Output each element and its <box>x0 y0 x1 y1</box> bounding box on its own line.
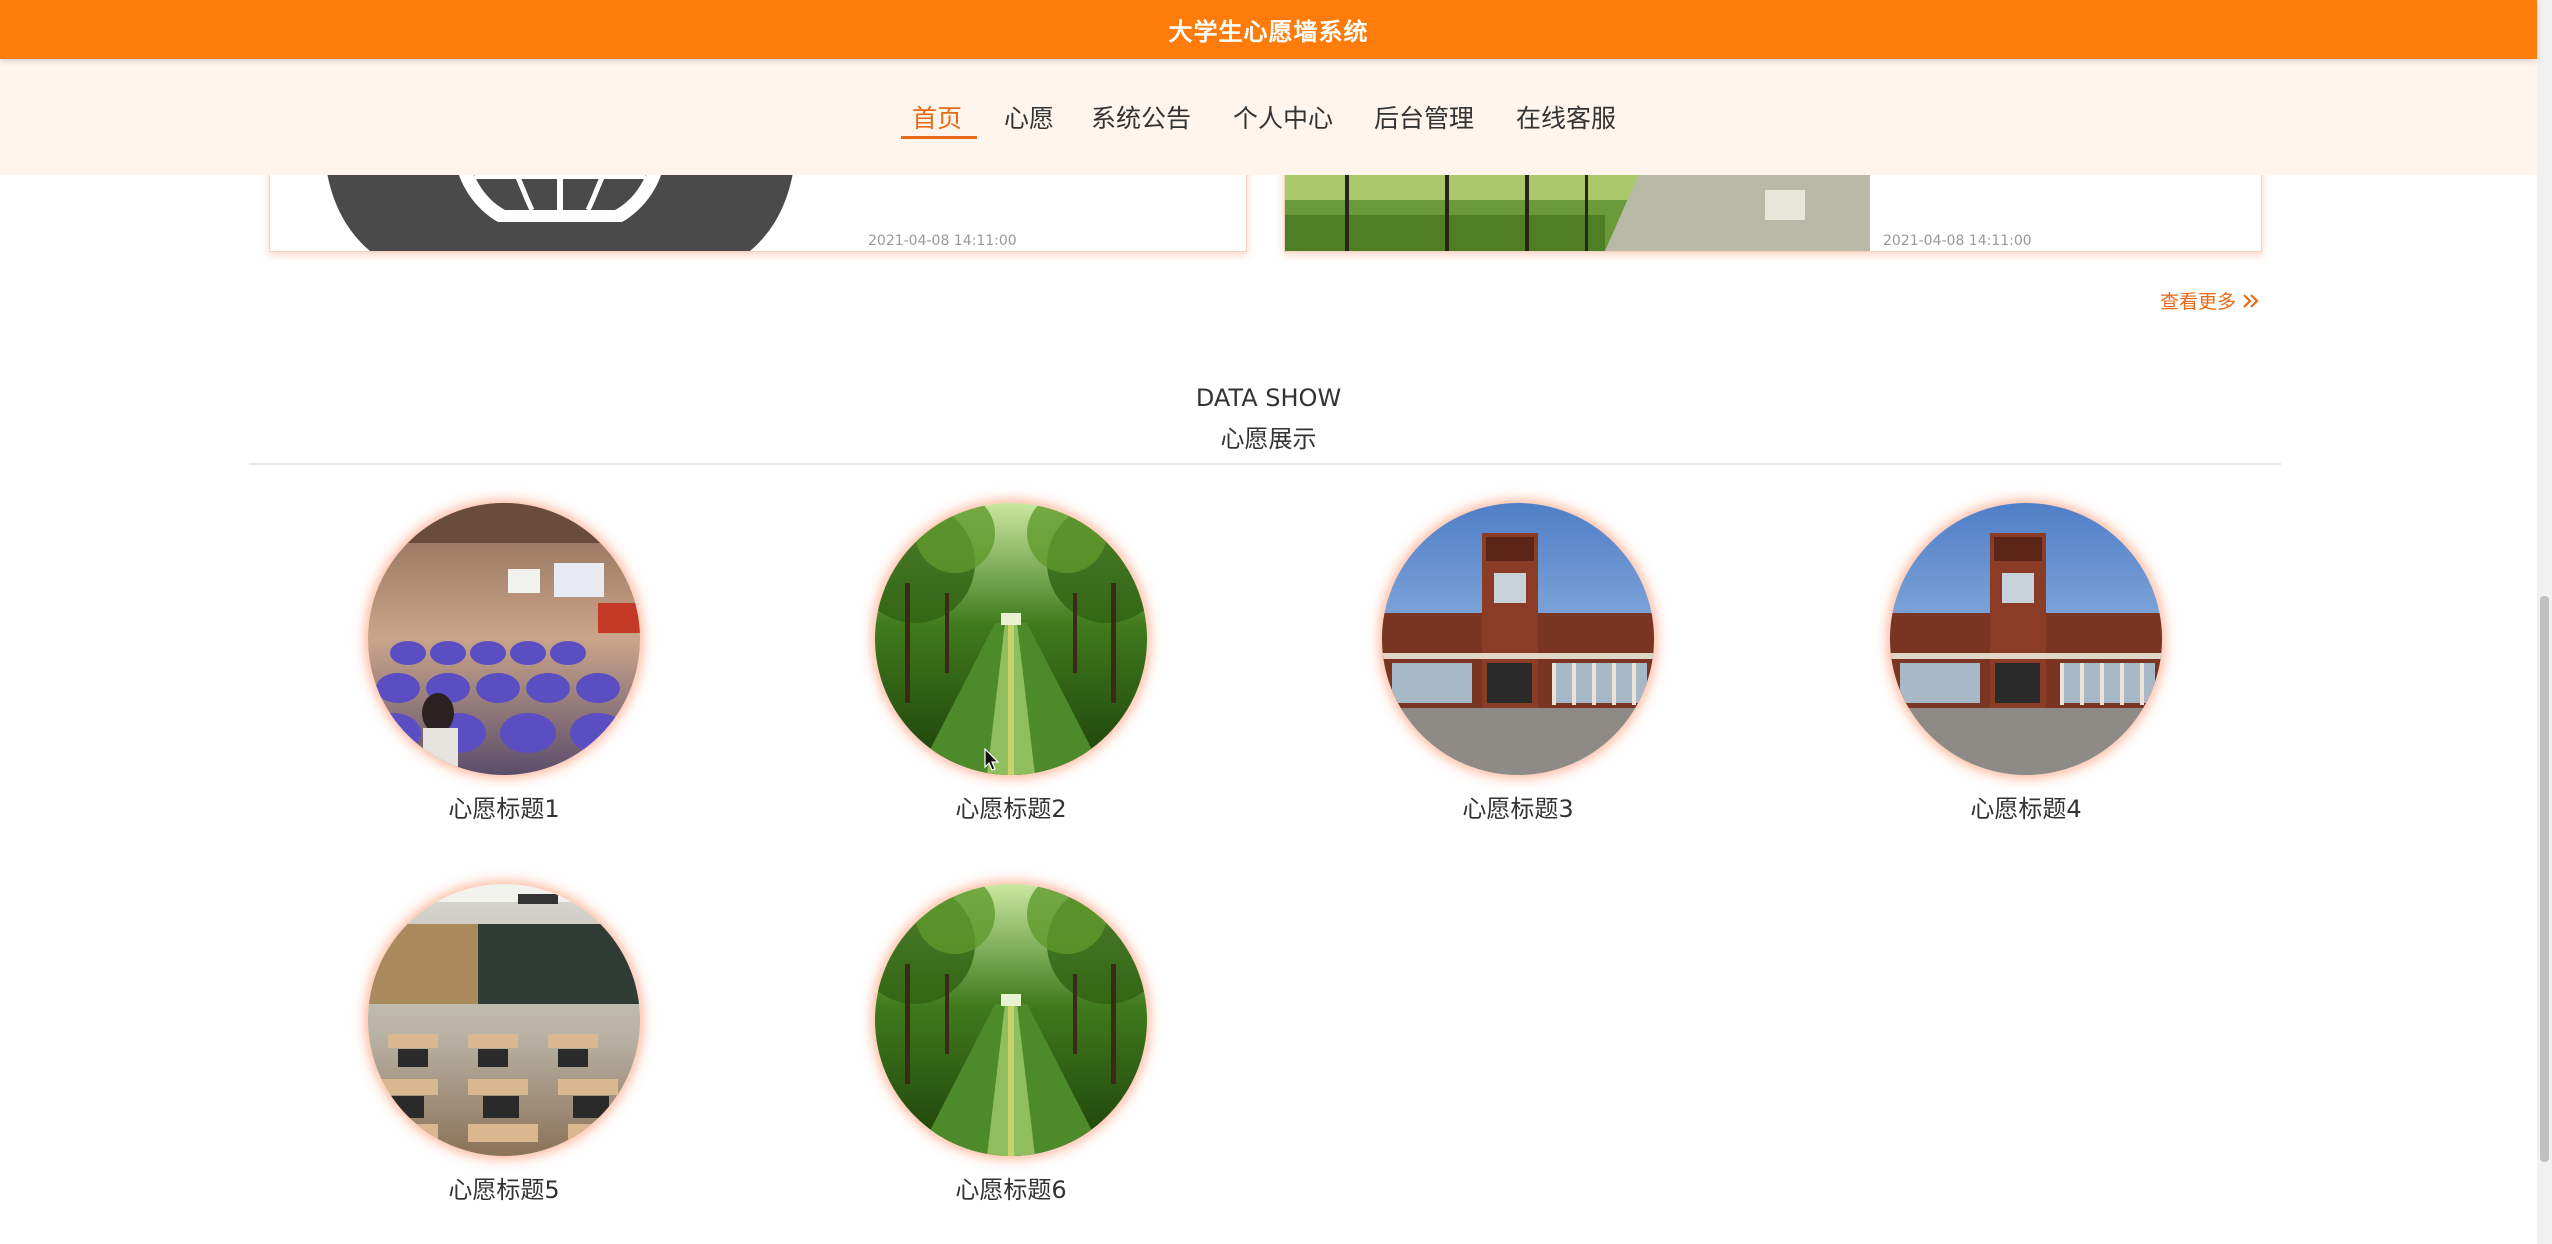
view-more-label: 查看更多 <box>2160 291 2237 313</box>
wish-title: 心愿标题3 <box>1462 795 1574 823</box>
double-chevron-right-icon <box>2242 291 2260 313</box>
section-title-en: DATA SHOW <box>1195 384 1342 412</box>
nav-item-personal-center[interactable]: 个人中心 <box>1233 99 1333 135</box>
wish-image <box>1890 503 2162 775</box>
wish-title: 心愿标题2 <box>955 795 1067 823</box>
nav-item-wishes[interactable]: 心愿 <box>1004 99 1054 135</box>
wish-item[interactable]: 心愿标题4 <box>1876 503 2176 824</box>
section-title-cn: 心愿展示 <box>1220 425 1317 453</box>
scrollbar-thumb[interactable] <box>2540 596 2549 1162</box>
wish-image <box>875 503 1147 775</box>
wish-image <box>1382 503 1654 775</box>
wish-title: 心愿标题4 <box>1970 795 2082 823</box>
wish-image <box>875 884 1147 1156</box>
title-bar: 大学生心愿墙系统 <box>0 0 2537 59</box>
wish-item[interactable]: 心愿标题6 <box>861 884 1161 1205</box>
news-card-date: 2021-04-08 14:11:00 <box>1883 233 2032 249</box>
nav-item-announcements[interactable]: 系统公告 <box>1091 99 1191 135</box>
nav-active-indicator <box>901 136 977 139</box>
main-nav: 首页 心愿 系统公告 个人中心 后台管理 在线客服 <box>0 59 2537 175</box>
wish-image <box>368 503 640 775</box>
wish-title: 心愿标题5 <box>448 1176 560 1204</box>
nav-item-home[interactable]: 首页 <box>912 99 962 135</box>
news-card-date: 2021-04-08 14:11:00 <box>868 233 1017 249</box>
vertical-scrollbar[interactable] <box>2537 0 2552 1244</box>
wish-item[interactable]: 心愿标题2 <box>861 503 1161 824</box>
wish-item[interactable]: 心愿标题1 <box>354 503 654 824</box>
page: 大学生心愿墙系统 首页 心愿 系统公告 个人中心 后台管理 在线客服 2021-… <box>0 0 2552 1244</box>
wish-title: 心愿标题1 <box>448 795 560 823</box>
wish-image <box>368 884 640 1156</box>
app-title: 大学生心愿墙系统 <box>1168 18 1369 46</box>
section-divider <box>249 463 2281 465</box>
nav-item-customer-service[interactable]: 在线客服 <box>1516 99 1616 135</box>
wish-title: 心愿标题6 <box>955 1176 1067 1204</box>
view-more-link[interactable]: 查看更多 <box>2160 287 2260 314</box>
nav-item-admin[interactable]: 后台管理 <box>1374 99 1474 135</box>
wish-item[interactable]: 心愿标题3 <box>1368 503 1668 824</box>
wish-item[interactable]: 心愿标题5 <box>354 884 654 1205</box>
